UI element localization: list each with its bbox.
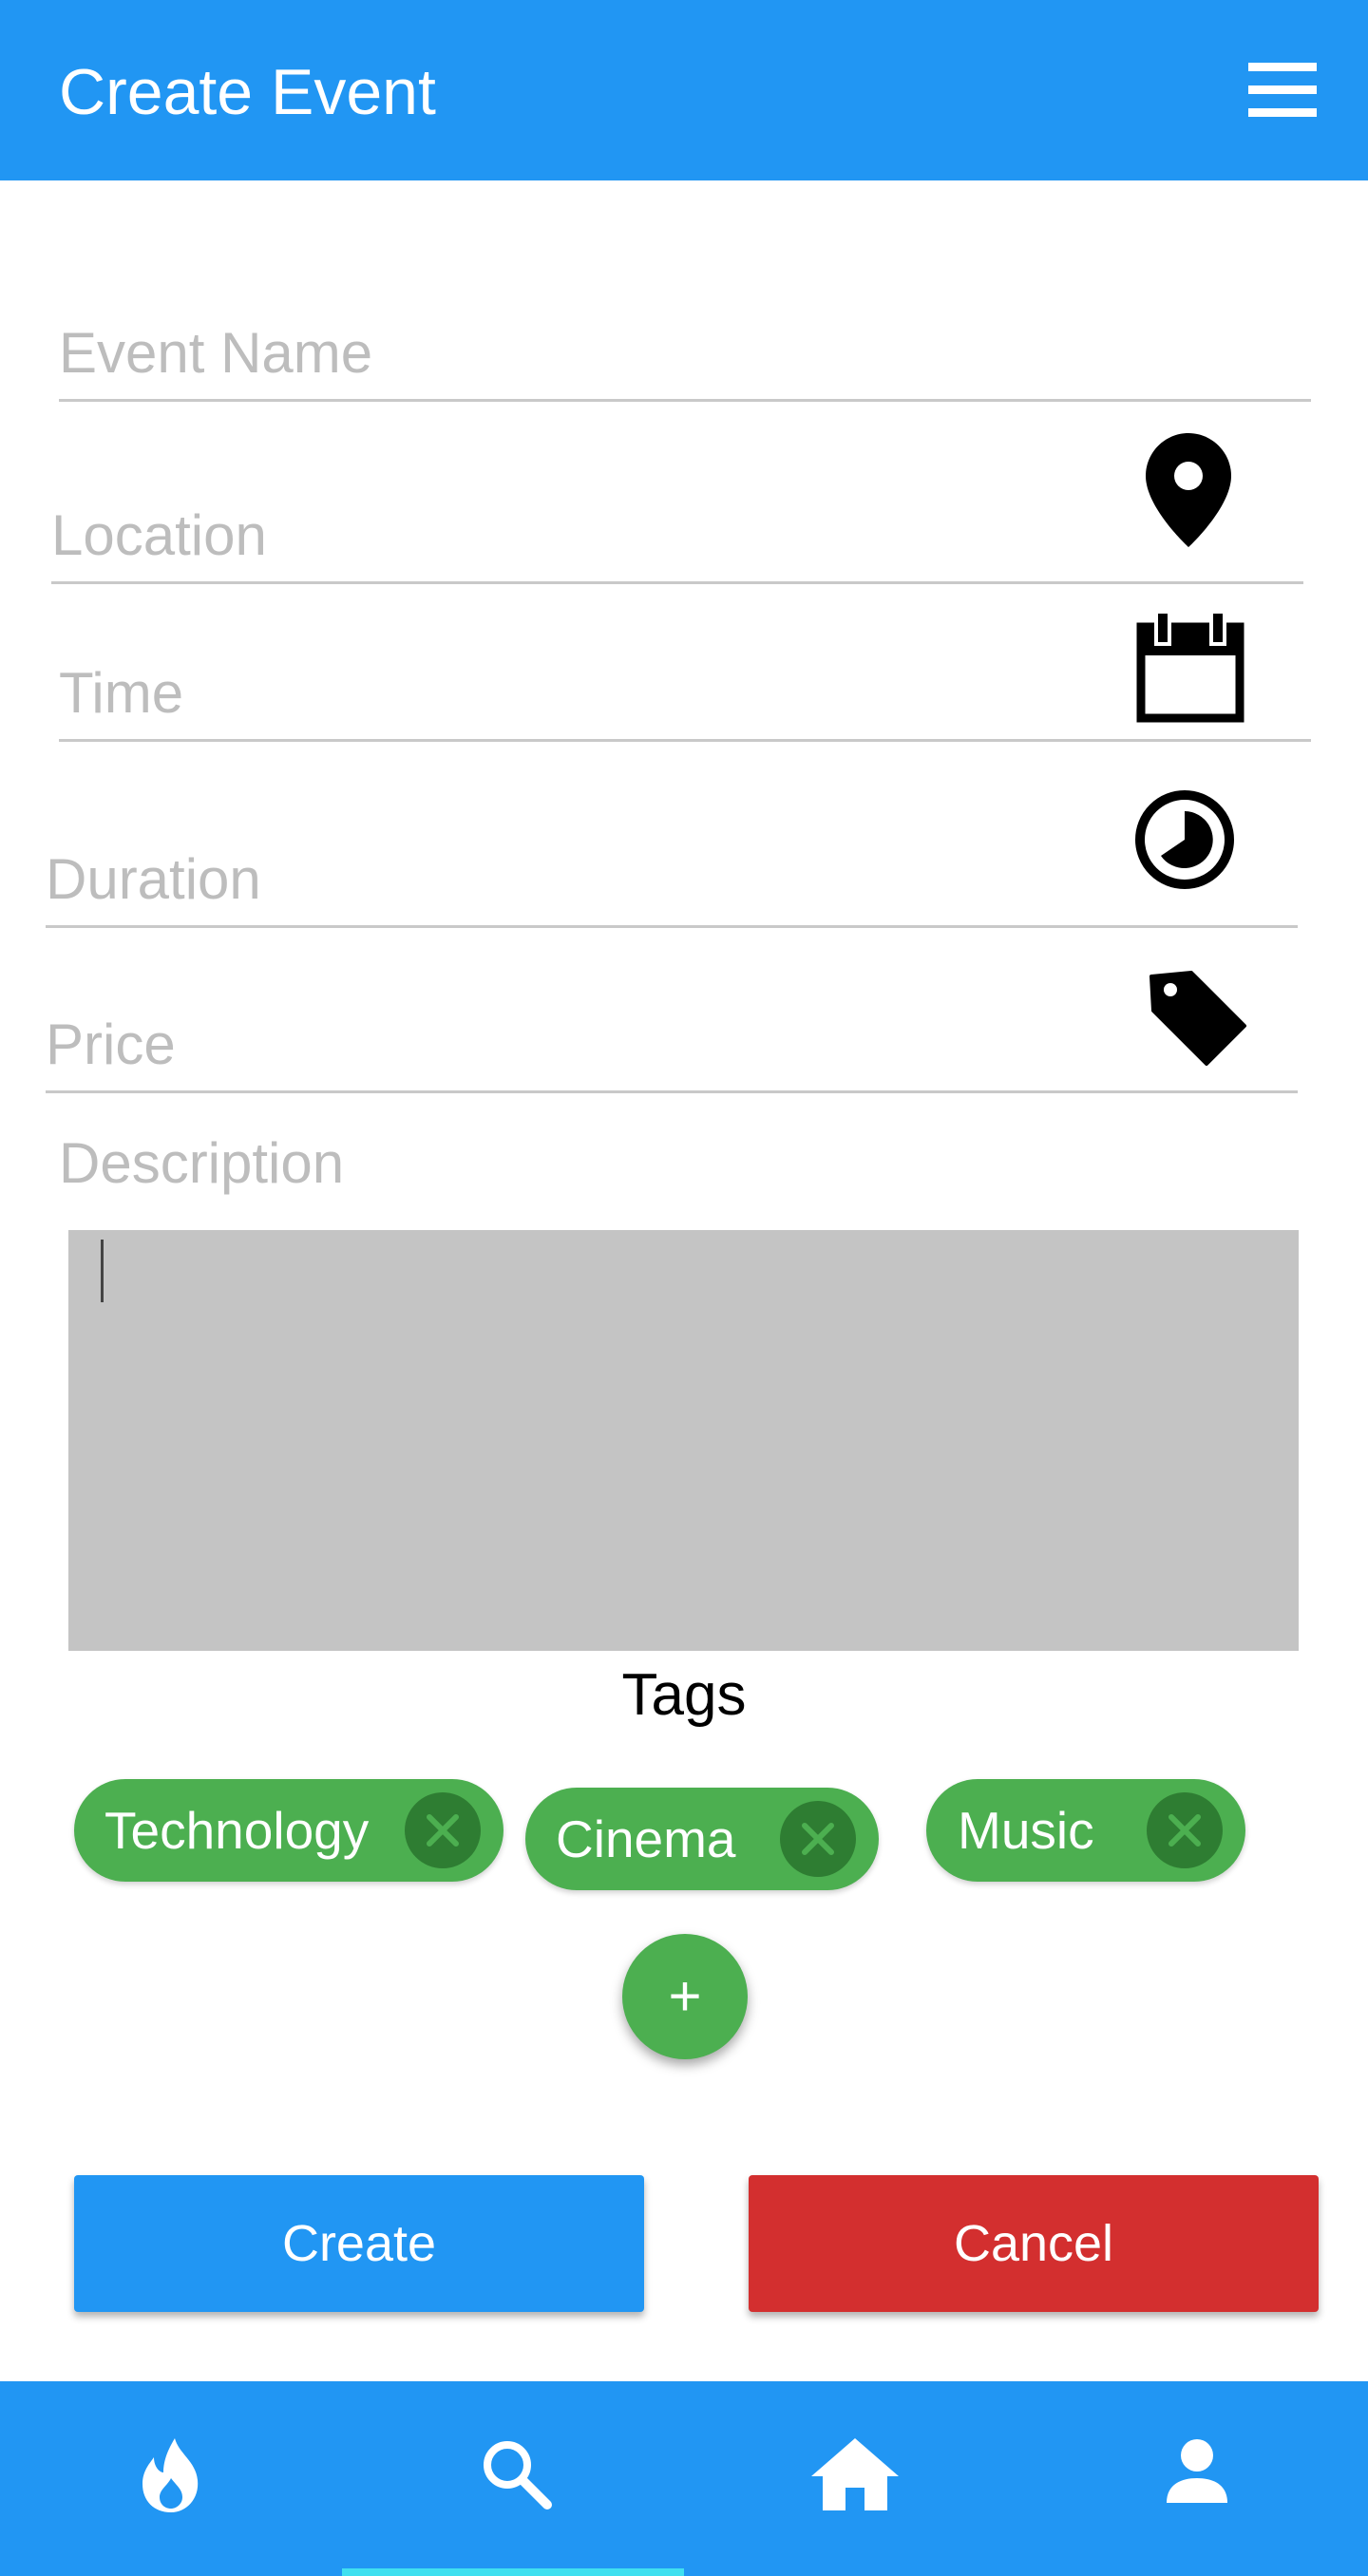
nav-item-search[interactable] — [342, 2381, 684, 2576]
app-bar: Create Event — [0, 0, 1368, 180]
tag-chip-technology[interactable]: Technology — [74, 1779, 504, 1882]
nav-item-home[interactable] — [684, 2381, 1026, 2576]
tag-label: Technology — [104, 1801, 370, 1860]
tags-heading: Tags — [621, 1662, 747, 1728]
duration-field — [46, 807, 1298, 928]
close-icon[interactable] — [405, 1792, 481, 1868]
tag-chip-cinema[interactable]: Cinema — [525, 1788, 879, 1890]
event-name-input[interactable] — [59, 320, 1311, 386]
page-title: Create Event — [59, 56, 436, 128]
location-input[interactable] — [51, 502, 1096, 568]
clock-icon[interactable] — [1133, 788, 1236, 891]
location-field — [51, 465, 1303, 584]
cancel-button[interactable]: Cancel — [749, 2175, 1319, 2312]
flame-icon — [142, 2438, 199, 2512]
nav-item-profile[interactable] — [1026, 2381, 1368, 2576]
price-input[interactable] — [46, 1012, 1091, 1077]
close-icon[interactable] — [1147, 1792, 1223, 1868]
active-tab-indicator — [342, 2568, 684, 2576]
plus-icon: + — [668, 1964, 702, 2028]
person-icon — [1167, 2439, 1227, 2503]
duration-input[interactable] — [46, 846, 1091, 912]
description-label: Description — [59, 1131, 345, 1195]
create-button[interactable]: Create — [74, 2175, 644, 2312]
nav-item-trending[interactable] — [0, 2381, 342, 2576]
price-field — [46, 978, 1298, 1093]
bottom-navigation — [0, 2381, 1368, 2576]
calendar-icon[interactable] — [1135, 608, 1245, 724]
location-pin-icon[interactable] — [1146, 433, 1231, 547]
tag-label: Music — [958, 1801, 1094, 1860]
search-icon — [484, 2441, 552, 2510]
time-field — [59, 627, 1311, 742]
time-input[interactable] — [59, 660, 1104, 726]
close-icon[interactable] — [780, 1801, 856, 1877]
event-name-field — [59, 285, 1311, 402]
add-tag-button[interactable]: + — [622, 1934, 748, 2059]
price-tag-icon[interactable] — [1148, 971, 1248, 1066]
description-textarea[interactable] — [68, 1230, 1299, 1651]
tag-label: Cinema — [556, 1809, 736, 1868]
tag-chip-music[interactable]: Music — [926, 1779, 1245, 1882]
text-caret — [101, 1240, 104, 1302]
home-icon — [811, 2438, 899, 2510]
menu-button[interactable] — [1235, 57, 1326, 122]
